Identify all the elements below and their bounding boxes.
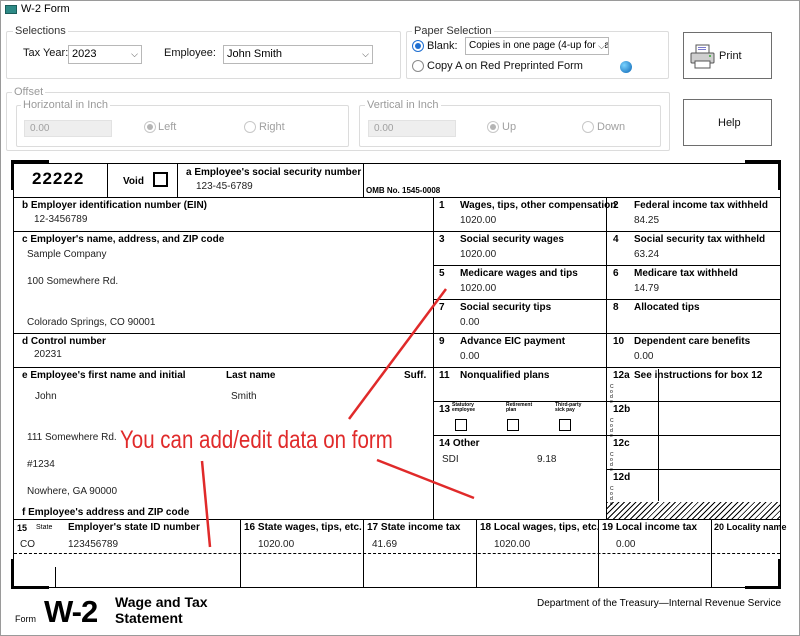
annotation-arrow-up [347,288,448,420]
annotation-arrow-down [200,460,212,548]
w2-form-window: W-2 Form Selections Tax Year: 2023 ⌵ Emp… [0,0,800,636]
annotation-arrow-right [376,458,475,500]
annotation-arrows [200,288,475,548]
annotation-text: You can add/edit data on form [120,426,393,454]
